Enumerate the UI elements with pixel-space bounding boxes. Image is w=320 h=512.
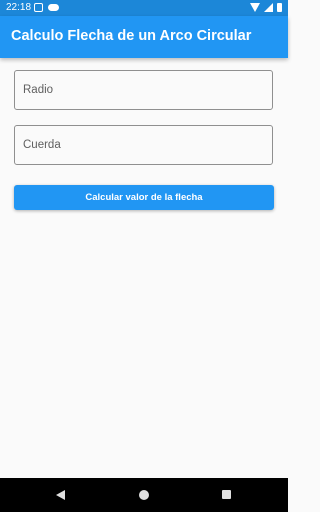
app-title: Calculo Flecha de un Arco Circular <box>11 28 252 44</box>
calculate-button[interactable]: Calcular valor de la flecha <box>14 185 274 210</box>
back-icon[interactable] <box>56 490 65 500</box>
cuerda-input[interactable] <box>15 126 272 164</box>
app-bar: Calculo Flecha de un Arco Circular <box>0 16 288 58</box>
navigation-bar <box>0 478 288 512</box>
cuerda-field[interactable] <box>14 125 273 165</box>
signal-icon <box>264 3 273 12</box>
home-icon[interactable] <box>139 490 149 500</box>
status-time: 22:18 <box>6 2 32 13</box>
wifi-icon <box>250 3 260 12</box>
recent-apps-icon[interactable] <box>222 490 231 499</box>
status-right-icons <box>250 3 282 12</box>
radio-field[interactable] <box>14 70 273 110</box>
status-left-icons <box>34 3 59 12</box>
notification-icon <box>34 3 43 12</box>
radio-input[interactable] <box>15 71 272 109</box>
battery-icon <box>277 3 282 12</box>
status-bar: 22:18 <box>0 0 288 16</box>
cloud-icon <box>48 4 59 11</box>
